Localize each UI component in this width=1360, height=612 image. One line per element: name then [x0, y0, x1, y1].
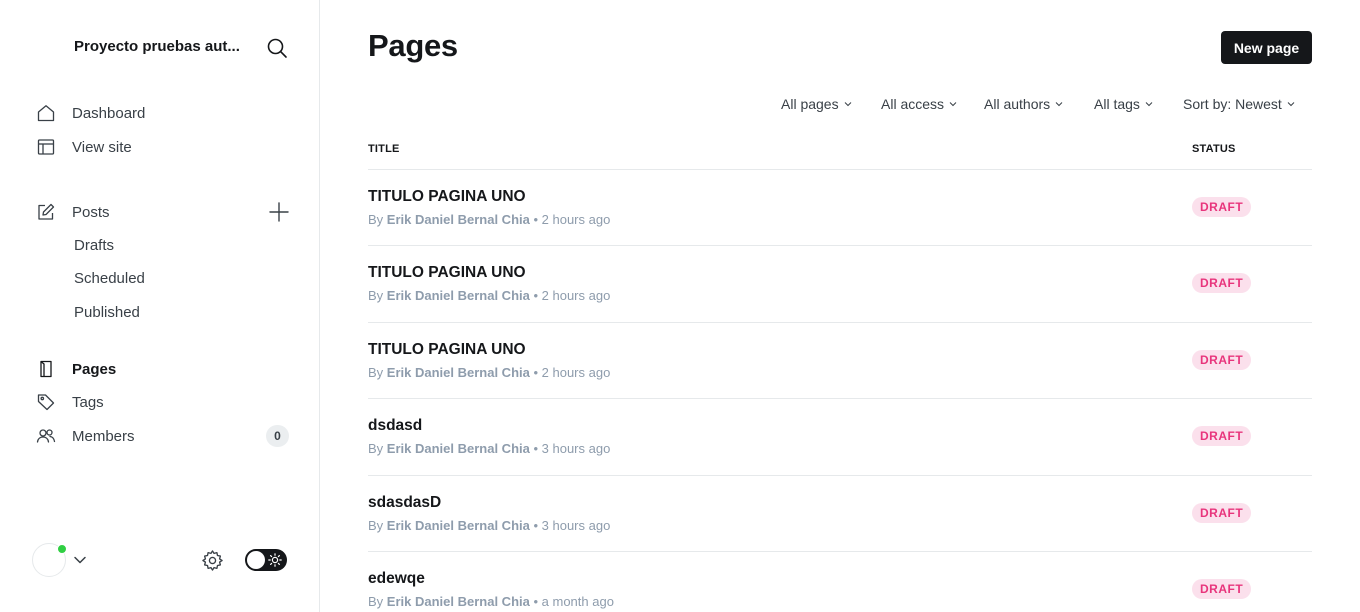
column-header-title: TITLE — [368, 143, 400, 155]
row-author: Erik Daniel Bernal Chia — [386, 593, 530, 609]
nav-members[interactable]: Members — [36, 424, 135, 448]
row-time: • 2 hours ago — [533, 288, 611, 304]
row-time: • 2 hours ago — [533, 364, 611, 380]
nav-dashboard[interactable]: Dashboard — [36, 101, 145, 125]
site-title[interactable]: Proyecto pruebas aut... — [74, 38, 240, 55]
filter-type-label: All pages — [781, 96, 839, 112]
nav-pages[interactable]: Pages — [36, 357, 116, 381]
row-time: • 3 hours ago — [533, 517, 611, 533]
tag-icon — [36, 392, 56, 412]
sidebar: Proyecto pruebas aut... Dashboard View s… — [0, 0, 320, 612]
toggle-knob — [247, 551, 265, 569]
row-by: By — [368, 593, 384, 609]
table-row[interactable]: edewqe By Erik Daniel Bernal Chia • a mo… — [368, 552, 1312, 612]
sun-icon — [268, 553, 282, 567]
sort-select[interactable]: Sort by: Newest — [1183, 96, 1295, 112]
chevron-down-icon — [1145, 102, 1153, 107]
row-author: Erik Daniel Bernal Chia — [386, 364, 530, 380]
table-row[interactable]: TITULO PAGINA UNO By Erik Daniel Bernal … — [368, 246, 1312, 323]
row-title: dsdasd — [368, 417, 423, 435]
filter-access-label: All access — [881, 96, 945, 112]
members-icon — [36, 426, 56, 446]
row-meta: By Erik Daniel Bernal Chia • 3 hours ago — [368, 441, 610, 456]
chevron-down-icon — [949, 102, 957, 107]
search-icon[interactable] — [265, 36, 289, 60]
nav-published[interactable]: Published — [74, 304, 140, 321]
layout-icon — [36, 137, 56, 157]
table-row[interactable]: dsdasd By Erik Daniel Bernal Chia • 3 ho… — [368, 399, 1312, 476]
status-badge: DRAFT — [1192, 426, 1252, 447]
row-meta: By Erik Daniel Bernal Chia • a month ago — [368, 594, 614, 609]
filter-tags-label: All tags — [1094, 96, 1140, 112]
page-icon — [36, 359, 56, 379]
table-row[interactable]: TITULO PAGINA UNO By Erik Daniel Bernal … — [368, 323, 1312, 400]
app-window: Proyecto pruebas aut... Dashboard View s… — [0, 0, 1360, 612]
table-row[interactable]: TITULO PAGINA UNO By Erik Daniel Bernal … — [368, 170, 1312, 247]
nav-dashboard-label: Dashboard — [72, 104, 146, 122]
row-by: By — [368, 441, 384, 457]
nav-pages-label: Pages — [72, 360, 117, 378]
pages-list: TITULO PAGINA UNO By Erik Daniel Bernal … — [368, 170, 1312, 612]
row-meta: By Erik Daniel Bernal Chia • 3 hours ago — [368, 518, 610, 533]
filter-type[interactable]: All pages — [781, 96, 852, 112]
table-row[interactable]: sdasdasD By Erik Daniel Bernal Chia • 3 … — [368, 476, 1312, 552]
main-content: Pages New page All pages All access All … — [320, 0, 1360, 612]
filter-authors-label: All authors — [984, 96, 1051, 112]
row-by: By — [368, 517, 384, 533]
nav-posts-label: Posts — [72, 203, 110, 221]
row-time: • a month ago — [533, 593, 614, 609]
members-count-badge: 0 — [266, 425, 289, 447]
home-icon — [36, 103, 56, 123]
row-meta: By Erik Daniel Bernal Chia • 2 hours ago — [368, 212, 610, 227]
edit-icon — [36, 202, 56, 222]
row-author: Erik Daniel Bernal Chia — [386, 517, 530, 533]
row-title: TITULO PAGINA UNO — [368, 340, 526, 358]
sort-select-label: Sort by: Newest — [1183, 96, 1282, 112]
nav-posts[interactable]: Posts — [36, 200, 110, 224]
nav-scheduled[interactable]: Scheduled — [74, 270, 145, 287]
status-badge: DRAFT — [1192, 197, 1252, 217]
nav-members-label: Members — [72, 427, 135, 445]
filter-tags[interactable]: All tags — [1094, 96, 1153, 112]
chevron-down-icon — [1055, 102, 1063, 107]
row-title: TITULO PAGINA UNO — [368, 264, 526, 282]
chevron-down-icon[interactable] — [73, 553, 87, 567]
nav-view-site[interactable]: View site — [36, 135, 132, 159]
theme-toggle[interactable] — [245, 549, 287, 571]
status-badge: DRAFT — [1192, 578, 1252, 599]
plus-icon[interactable] — [268, 201, 290, 223]
row-by: By — [368, 212, 384, 227]
filter-authors[interactable]: All authors — [984, 96, 1063, 112]
new-page-button[interactable]: New page — [1221, 31, 1312, 64]
row-by: By — [368, 364, 384, 380]
filter-access[interactable]: All access — [881, 96, 957, 112]
row-author: Erik Daniel Bernal Chia — [386, 288, 530, 304]
chevron-down-icon — [1287, 102, 1295, 107]
row-time: • 2 hours ago — [533, 212, 611, 227]
nav-view-site-label: View site — [72, 138, 132, 156]
row-meta: By Erik Daniel Bernal Chia • 2 hours ago — [368, 288, 610, 303]
status-badge: DRAFT — [1192, 273, 1252, 294]
row-title: TITULO PAGINA UNO — [368, 188, 526, 205]
nav-tags[interactable]: Tags — [36, 390, 104, 414]
row-time: • 3 hours ago — [533, 441, 611, 457]
online-status-dot — [57, 544, 67, 554]
status-badge: DRAFT — [1192, 349, 1252, 370]
row-title: edewqe — [368, 569, 425, 587]
column-header-status: STATUS — [1192, 143, 1236, 155]
filter-bar: All pages All access All authors All tag… — [320, 96, 1360, 114]
row-by: By — [368, 288, 384, 304]
page-title: Pages — [368, 28, 458, 63]
row-meta: By Erik Daniel Bernal Chia • 2 hours ago — [368, 365, 610, 380]
row-title: sdasdasD — [368, 493, 442, 511]
status-badge: DRAFT — [1192, 502, 1252, 523]
row-author: Erik Daniel Bernal Chia — [386, 212, 530, 227]
chevron-down-icon — [844, 102, 851, 107]
row-author: Erik Daniel Bernal Chia — [386, 441, 530, 457]
nav-tags-label: Tags — [72, 393, 104, 411]
gear-icon[interactable] — [201, 549, 224, 572]
nav-drafts[interactable]: Drafts — [74, 237, 114, 254]
